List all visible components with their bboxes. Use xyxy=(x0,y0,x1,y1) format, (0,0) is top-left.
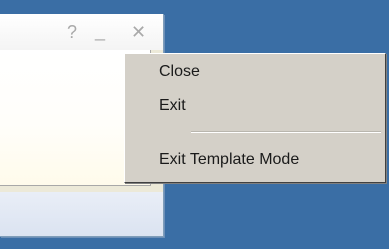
help-button[interactable]: ? xyxy=(67,23,77,41)
menu-item-close[interactable]: Close xyxy=(159,63,200,81)
close-button[interactable]: ✕ xyxy=(131,23,146,41)
menu-item-exit[interactable]: Exit xyxy=(159,97,186,115)
context-menu: Close Exit Exit Template Mode xyxy=(124,53,386,183)
minimize-button[interactable]: _ xyxy=(95,22,105,40)
footer-panel xyxy=(0,192,163,236)
title-bar: ? _ ✕ xyxy=(0,14,163,50)
menu-item-exit-template-mode[interactable]: Exit Template Mode xyxy=(159,151,299,169)
menu-separator xyxy=(191,131,381,133)
